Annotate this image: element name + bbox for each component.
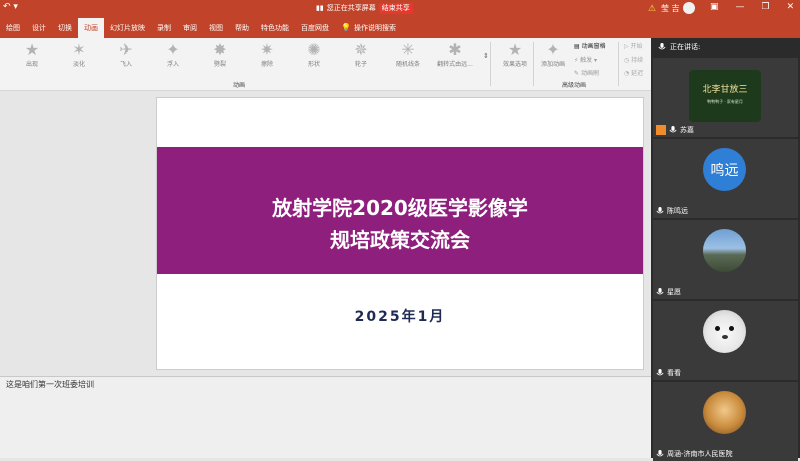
animation-star-icon: ✦	[166, 40, 180, 59]
slide-canvas[interactable]: 放射学院2020级医学影像学 规培政策交流会 2025年1月	[156, 97, 644, 370]
animation-option-2[interactable]: ✈ 飞入	[104, 40, 148, 68]
participant-tile[interactable]: 周涵-济南市人民医院	[653, 382, 798, 461]
notes-text: 这是咱们第一次班委培训	[6, 380, 94, 389]
group-label-animation: 动画	[233, 82, 246, 89]
tab-4[interactable]: 幻灯片放映	[104, 18, 151, 38]
animation-star-icon: ✈	[119, 40, 133, 59]
mic-icon	[656, 288, 664, 295]
animation-star-icon: ✷	[260, 40, 274, 59]
participant-tile[interactable]: 看看	[653, 301, 798, 380]
tab-10[interactable]: 百度网盘	[295, 18, 335, 38]
window-controls: ▣ — ❐ ✕	[710, 2, 794, 12]
participant-tile[interactable]: 北李甘放三 鸭鸭鸭子 · 家有星月 苏嘉	[653, 58, 798, 137]
ribbon: ★ 效果选项 ✦ 添加动画 ▤ 动画窗格 ⚡ 触发 ▾ ✎ 动画刷 ▷ 开始 ◷…	[0, 38, 651, 91]
avatar-eye	[729, 326, 734, 331]
ribbon-display-icon[interactable]: ▣	[710, 2, 719, 12]
tab-6[interactable]: 审阅	[177, 18, 203, 38]
speaking-header: 正在讲话:	[651, 38, 800, 56]
avatar-nose	[722, 335, 728, 339]
tab-0[interactable]: 绘图	[0, 18, 26, 38]
avatar-eye	[715, 326, 720, 331]
close-icon[interactable]: ✕	[787, 2, 795, 12]
mic-icon	[656, 450, 664, 457]
animation-option-9[interactable]: ✱ 翻转式由远...	[433, 40, 477, 68]
speaker-icon	[658, 43, 666, 50]
avatar-text: 北李甘放三	[702, 85, 748, 95]
mic-icon	[656, 369, 664, 376]
slide-title-line2: 规培政策交流会	[330, 228, 470, 252]
avatar: 鸣远	[703, 148, 746, 191]
trigger-button[interactable]: ⚡ 触发 ▾	[574, 55, 597, 64]
lightbulb-icon: 💡	[341, 23, 351, 32]
participant-name: 星愿	[656, 287, 681, 297]
tab-1[interactable]: 设计	[26, 18, 52, 38]
animation-option-7[interactable]: ✵ 轮子	[339, 40, 383, 68]
user-name: 莹 吉	[661, 4, 680, 13]
signal-icon: ▮▮	[316, 4, 324, 12]
animation-option-6[interactable]: ✺ 形状	[292, 40, 336, 68]
timing-duration[interactable]: ◷ 持续	[624, 55, 643, 64]
avatar-subtext: 鸭鸭鸭子 · 家有星月	[707, 99, 743, 104]
timing-start[interactable]: ▷ 开始	[624, 41, 643, 50]
participant-name: 苏嘉	[656, 125, 694, 135]
animation-star-icon: ✵	[354, 40, 368, 59]
animation-option-3[interactable]: ✦ 浮入	[151, 40, 195, 68]
ribbon-separator	[618, 42, 619, 86]
animation-option-4[interactable]: ✸ 劈裂	[198, 40, 242, 68]
animation-star-icon: ★	[24, 40, 40, 59]
ribbon-separator	[533, 42, 534, 86]
tab-5[interactable]: 录制	[151, 18, 177, 38]
participant-tile[interactable]: 星愿	[653, 220, 798, 299]
minimize-icon[interactable]: —	[736, 2, 745, 12]
avatar	[703, 391, 746, 434]
animation-star-icon: ✸	[213, 40, 227, 59]
animation-option-5[interactable]: ✷ 擦除	[245, 40, 289, 68]
animation-pane-button[interactable]: ▤ 动画窗格	[574, 41, 606, 50]
slide-title-line1: 放射学院2020级医学影像学	[272, 196, 528, 220]
restore-icon[interactable]: ❐	[762, 2, 770, 12]
tab-8[interactable]: 帮助	[229, 18, 255, 38]
screen-share-indicator: ▮▮ 您正在共享屏幕 结束共享	[316, 2, 413, 14]
notes-divider[interactable]	[0, 376, 651, 377]
meeting-side-panel: 正在讲话: 北李甘放三 鸭鸭鸭子 · 家有星月 苏嘉 鸣远 陈鸣远 星愿 看看 …	[651, 38, 800, 461]
mic-icon	[656, 207, 664, 214]
animation-option-0[interactable]: ★ 出现	[10, 40, 54, 68]
animation-star-icon: ✳	[401, 40, 415, 59]
host-badge-icon	[656, 125, 666, 135]
notes-pane[interactable]	[0, 377, 651, 458]
animation-star-icon: ✺	[307, 40, 321, 59]
timing-delay[interactable]: ◔ 延迟	[624, 68, 643, 77]
animation-star-icon: ✶	[72, 40, 86, 59]
group-label-advanced: 高级动画	[562, 82, 587, 89]
gallery-scroll-icon[interactable]: ⇕	[483, 52, 489, 60]
participant-name: 陈鸣远	[656, 206, 688, 216]
avatar[interactable]	[683, 2, 695, 14]
participant-tile[interactable]: 鸣远 陈鸣远	[653, 139, 798, 218]
mic-icon	[669, 126, 677, 133]
slide-date: 2025年1月	[354, 309, 446, 325]
ribbon-tabs: 绘图 设计 切换 动画 幻灯片放映 录制 审阅 视图 帮助 特色功能 百度网盘 💡 操作说明搜索	[0, 18, 402, 38]
tab-3[interactable]: 动画	[78, 18, 104, 38]
warning-icon[interactable]: ⚠	[648, 4, 656, 14]
tab-2[interactable]: 切换	[52, 18, 78, 38]
quick-access-toolbar[interactable]: ↶ ▾	[3, 2, 18, 12]
animation-option-1[interactable]: ✶ 淡化	[57, 40, 101, 68]
tab-9[interactable]: 特色功能	[255, 18, 295, 38]
avatar	[703, 229, 746, 272]
avatar: 北李甘放三 鸭鸭鸭子 · 家有星月	[689, 70, 761, 122]
animation-star-icon: ✱	[448, 40, 462, 59]
participant-name: 看看	[656, 368, 681, 378]
add-animation-button[interactable]: ✦ 添加动画	[535, 40, 571, 68]
animation-option-8[interactable]: ✳ 随机线条	[386, 40, 430, 68]
star-plus-icon: ✦	[546, 40, 560, 59]
search-hint[interactable]: 💡 操作说明搜索	[335, 18, 402, 38]
avatar	[703, 310, 746, 353]
tab-7[interactable]: 视图	[203, 18, 229, 38]
sharing-text: 您正在共享屏幕	[326, 4, 376, 12]
animation-painter-button[interactable]: ✎ 动画刷	[574, 68, 599, 77]
title-bar: ↶ ▾ ▮▮ 您正在共享屏幕 结束共享 ⚠ 莹 吉 ▣ — ❐ ✕ 绘图 设计 切换…	[0, 0, 800, 38]
end-share-button[interactable]: 结束共享	[378, 2, 413, 14]
